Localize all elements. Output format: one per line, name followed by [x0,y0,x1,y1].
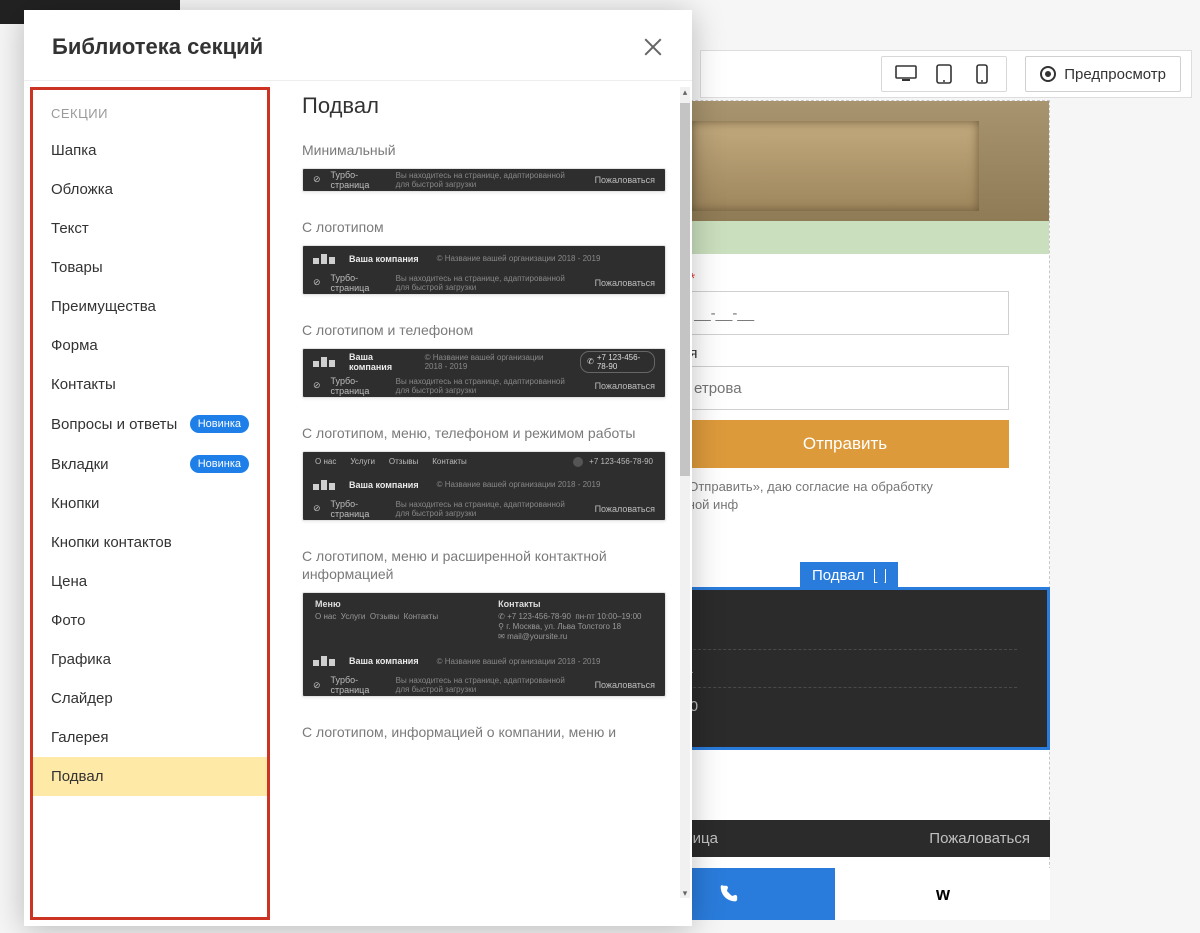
footer-about: ании [653,612,1017,650]
template-label: С логотипом, меню и расширенной контактн… [302,547,666,585]
section-item-text[interactable]: Текст [33,209,267,248]
new-badge: Новинка [190,455,249,473]
phone-label: н* [681,270,1009,287]
template-label: С логотипом и телефоном [302,321,666,340]
section-item-advantages[interactable]: Преимущества [33,287,267,326]
vk-icon-tile[interactable]: w [835,868,1050,920]
submit-button[interactable]: Отправить [681,420,1009,468]
section-item-label: Цена [51,573,87,590]
new-badge: Новинка [190,415,249,433]
section-item-label: Галерея [51,729,109,746]
template-card-logo-phone[interactable]: Ваша компания © Название вашей организац… [302,348,666,398]
section-item-products[interactable]: Товары [33,248,267,287]
sections-heading: СЕКЦИИ [33,100,267,131]
tablet-icon[interactable] [930,60,958,88]
preview-title: Подвал [302,93,666,119]
sections-library-modal: Библиотека секций СЕКЦИИ Шапка Обложка Тек… [24,10,692,926]
section-item-faq[interactable]: Вопросы и ответы Новинка [33,404,267,444]
name-label: ия [681,345,1009,362]
section-item-label: Слайдер [51,690,113,707]
section-item-label: Текст [51,220,89,237]
footer-year: у 2020 [653,688,1017,725]
section-item-label: Контакты [51,376,116,393]
section-item-label: Шапка [51,142,96,159]
selected-section-label: Подвал [812,567,864,584]
section-item-graphics[interactable]: Графика [33,640,267,679]
consent-text: «Отправить», даю согласие на обработку ь… [681,478,1009,514]
section-item-label: Вопросы и ответы [51,416,177,433]
desktop-icon[interactable] [892,60,920,88]
eye-icon [1040,66,1056,82]
phone-input[interactable] [681,291,1009,335]
template-label: С логотипом, информацией о компании, мен… [302,723,666,742]
preview-scrollbar[interactable]: ▴ ▾ [680,87,690,898]
section-item-buttons[interactable]: Кнопки [33,484,267,523]
name-input[interactable] [681,366,1009,410]
section-item-contact-buttons[interactable]: Кнопки контактов [33,523,267,562]
section-item-cover[interactable]: Обложка [33,170,267,209]
section-item-header[interactable]: Шапка [33,131,267,170]
section-item-price[interactable]: Цена [33,562,267,601]
section-item-label: Преимущества [51,298,156,315]
preview-button[interactable]: Предпросмотр [1025,56,1181,92]
complain-link[interactable]: Пожаловаться [929,830,1030,847]
section-item-label: Кнопки [51,495,99,512]
close-icon[interactable] [642,36,664,58]
section-item-label: Фото [51,612,85,629]
template-card-minimal[interactable]: ⊘ Турбо-страница Вы находитесь на страни… [302,168,666,192]
section-item-label: Товары [51,259,103,276]
section-item-label: Подвал [51,768,103,785]
section-category-list: СЕКЦИИ Шапка Обложка Текст Товары Преимущест… [30,87,270,920]
template-card-logo[interactable]: Ваша компания © Название вашей организац… [302,245,666,295]
modal-header: Библиотека секций [24,10,692,81]
top-toolbar: Предпросмотр [700,50,1192,98]
bookmark-icon [874,569,886,583]
phone-icon[interactable] [968,60,996,88]
section-item-photo[interactable]: Фото [33,601,267,640]
section-item-label: Вкладки [51,456,109,473]
template-label: С логотипом [302,218,666,237]
section-item-label: Кнопки контактов [51,534,172,551]
section-item-footer[interactable]: Подвал [33,757,267,796]
section-item-form[interactable]: Форма [33,326,267,365]
template-card-logo-menu-phone-hours[interactable]: О нас Услуги Отзывы Контакты +7 123-456-… [302,451,666,521]
footer-menu: еню 1 [653,650,1017,688]
section-item-tabs[interactable]: Вкладки Новинка [33,444,267,484]
section-item-label: Форма [51,337,98,354]
section-item-label: Обложка [51,181,113,198]
section-item-slider[interactable]: Слайдер [33,679,267,718]
section-item-contacts[interactable]: Контакты [33,365,267,404]
preview-label: Предпросмотр [1064,66,1166,83]
section-item-label: Графика [51,651,111,668]
logo-icon [313,254,335,264]
template-card-logo-menu-contacts[interactable]: Меню О нас Услуги Отзывы Контакты Контак… [302,592,666,697]
device-switcher [881,56,1007,92]
section-item-gallery[interactable]: Галерея [33,718,267,757]
template-preview-panel: Подвал Минимальный ⊘ Турбо-страница Вы н… [276,81,692,926]
modal-title: Библиотека секций [52,34,263,60]
template-label: Минимальный [302,141,666,160]
selected-section-badge[interactable]: Подвал [800,562,898,589]
template-label: С логотипом, меню, телефоном и режимом р… [302,424,666,443]
turbo-icon: ⊘ [313,174,321,185]
